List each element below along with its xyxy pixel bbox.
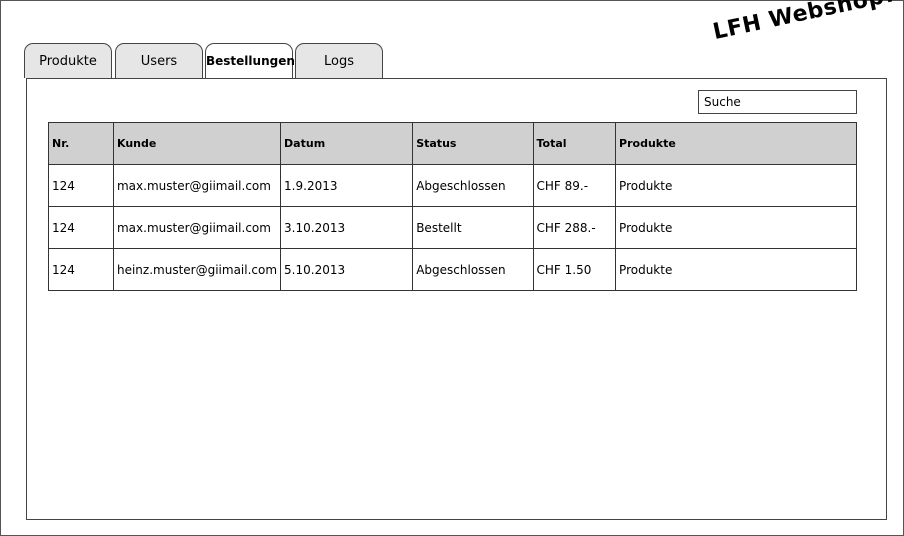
column-header-kunde[interactable]: Kunde xyxy=(112,122,282,165)
tab-users[interactable]: Users xyxy=(115,43,203,78)
cell-produkte[interactable]: Produkte xyxy=(615,164,857,207)
orders-table: Nr. Kunde Datum Status Total Produkte 12… xyxy=(48,122,857,291)
cell-status: Bestellt xyxy=(412,206,534,249)
cell-datum: 1.9.2013 xyxy=(280,164,414,207)
column-header-datum[interactable]: Datum xyxy=(280,122,414,165)
cell-datum: 5.10.2013 xyxy=(280,248,414,291)
tab-produkte[interactable]: Produkte xyxy=(24,43,112,78)
table-row[interactable]: 124 max.muster@giimail.com 3.10.2013 Bes… xyxy=(48,206,857,249)
column-header-total[interactable]: Total xyxy=(532,122,617,165)
cell-total: CHF 1.50 xyxy=(532,248,617,291)
table-row[interactable]: 124 heinz.muster@giimail.com 5.10.2013 A… xyxy=(48,248,857,291)
cell-produkte[interactable]: Produkte xyxy=(615,248,857,291)
column-header-nr[interactable]: Nr. xyxy=(48,122,114,165)
table-header-row: Nr. Kunde Datum Status Total Produkte xyxy=(48,122,857,165)
tab-bestellungen[interactable]: Bestellungen xyxy=(205,43,295,78)
cell-status: Abgeschlossen xyxy=(412,248,534,291)
cell-kunde: max.muster@giimail.com xyxy=(112,206,282,249)
cell-nr: 124 xyxy=(48,206,114,249)
search-input[interactable]: Suche xyxy=(698,90,857,114)
cell-produkte[interactable]: Produkte xyxy=(615,206,857,249)
tab-logs[interactable]: Logs xyxy=(295,43,383,78)
cell-kunde: max.muster@giimail.com xyxy=(112,164,282,207)
cell-kunde: heinz.muster@giimail.com xyxy=(112,248,282,291)
cell-status: Abgeschlossen xyxy=(412,164,534,207)
cell-total: CHF 288.- xyxy=(532,206,617,249)
cell-nr: 124 xyxy=(48,248,114,291)
cell-datum: 3.10.2013 xyxy=(280,206,414,249)
cell-nr: 124 xyxy=(48,164,114,207)
column-header-produkte[interactable]: Produkte xyxy=(615,122,857,165)
column-header-status[interactable]: Status xyxy=(412,122,534,165)
table-row[interactable]: 124 max.muster@giimail.com 1.9.2013 Abge… xyxy=(48,164,857,207)
cell-total: CHF 89.- xyxy=(532,164,617,207)
